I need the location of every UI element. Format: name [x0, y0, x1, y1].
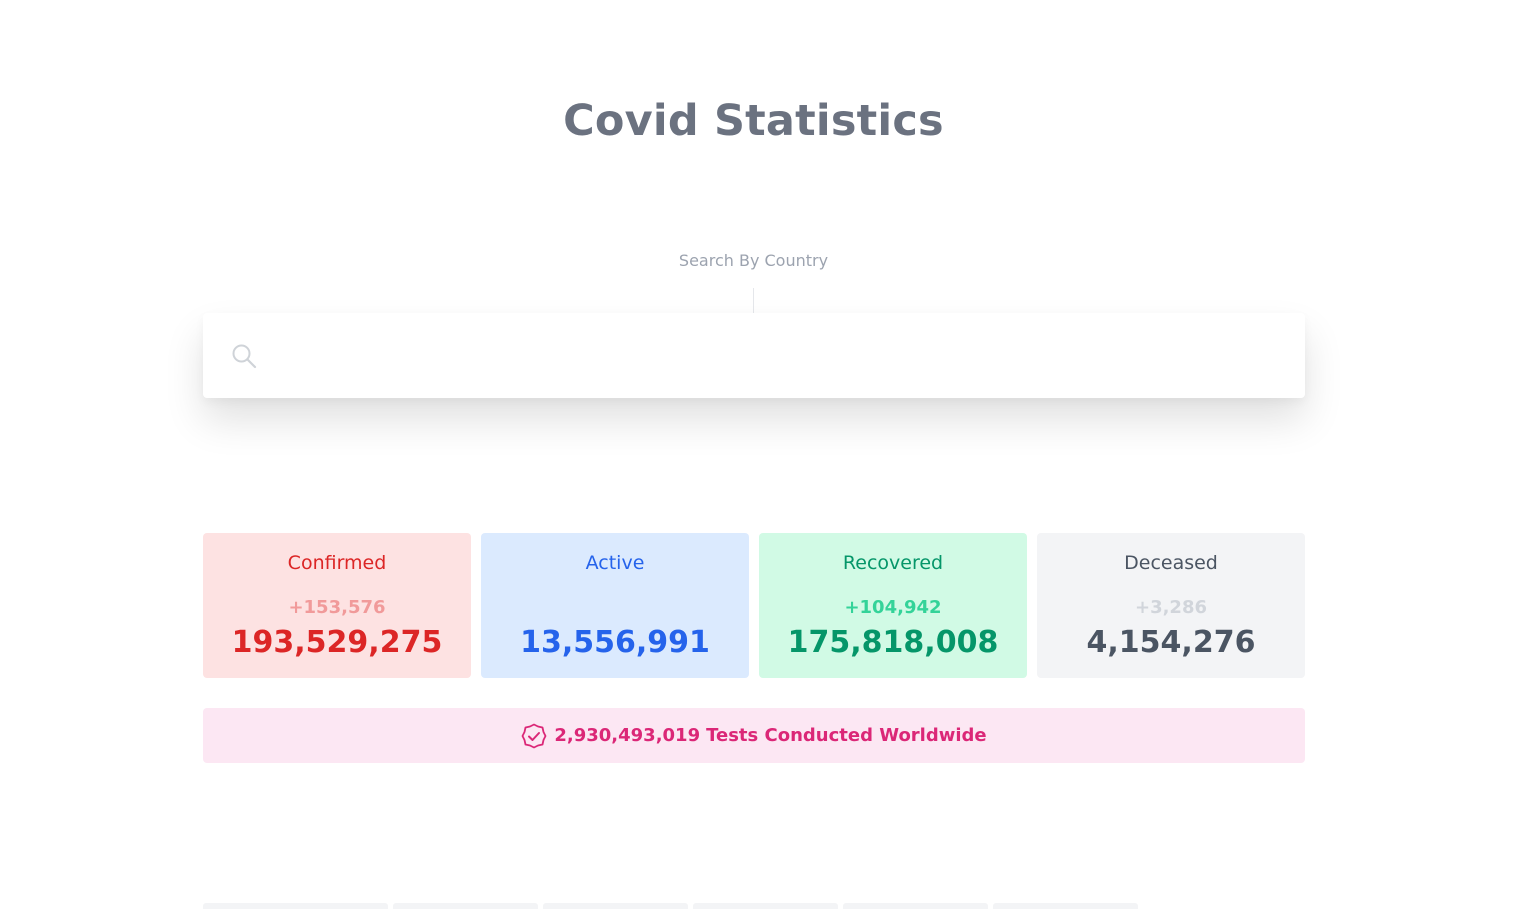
- table-header-cell[interactable]: [393, 903, 538, 909]
- stats-cards: Confirmed +153,576 193,529,275 Active 13…: [203, 533, 1305, 678]
- recovered-card[interactable]: Recovered +104,942 175,818,008: [759, 533, 1027, 678]
- recovered-delta: +104,942: [844, 597, 942, 618]
- confirmed-label: Confirmed: [287, 552, 387, 574]
- deceased-delta: +3,286: [1134, 597, 1208, 618]
- recovered-label: Recovered: [842, 552, 944, 574]
- confirmed-delta: +153,576: [288, 597, 386, 618]
- table-header-cell[interactable]: [693, 903, 838, 909]
- confirmed-card[interactable]: Confirmed +153,576 193,529,275: [203, 533, 471, 678]
- table-header-cell[interactable]: [543, 903, 688, 909]
- search-label: Search By Country: [678, 251, 829, 270]
- search-icon: [232, 344, 257, 369]
- tests-banner: 2,930,493,019 Tests Conducted Worldwide: [203, 708, 1305, 763]
- table-header-cell[interactable]: [203, 903, 388, 909]
- confirmed-value: 193,529,275: [231, 625, 443, 660]
- search-box[interactable]: [203, 313, 1305, 400]
- active-value: 13,556,991: [520, 625, 710, 660]
- active-label: Active: [585, 552, 645, 574]
- deceased-value: 4,154,276: [1086, 625, 1256, 660]
- table-header-cell[interactable]: [843, 903, 988, 909]
- deceased-label: Deceased: [1124, 552, 1218, 574]
- active-card[interactable]: Active 13,556,991: [481, 533, 749, 678]
- search-input[interactable]: [273, 313, 1287, 400]
- verified-badge-icon: [521, 723, 547, 748]
- recovered-value: 175,818,008: [787, 625, 999, 660]
- deceased-card[interactable]: Deceased +3,286 4,154,276: [1037, 533, 1305, 678]
- tests-count: 2,930,493,019: [554, 725, 701, 746]
- page: Covid Statistics Search By Country Confi…: [0, 0, 1527, 909]
- page-title: Covid Statistics: [563, 96, 944, 146]
- table-header-cell[interactable]: [993, 903, 1138, 909]
- search-divider: [753, 288, 754, 313]
- tests-label: Tests Conducted Worldwide: [706, 725, 987, 746]
